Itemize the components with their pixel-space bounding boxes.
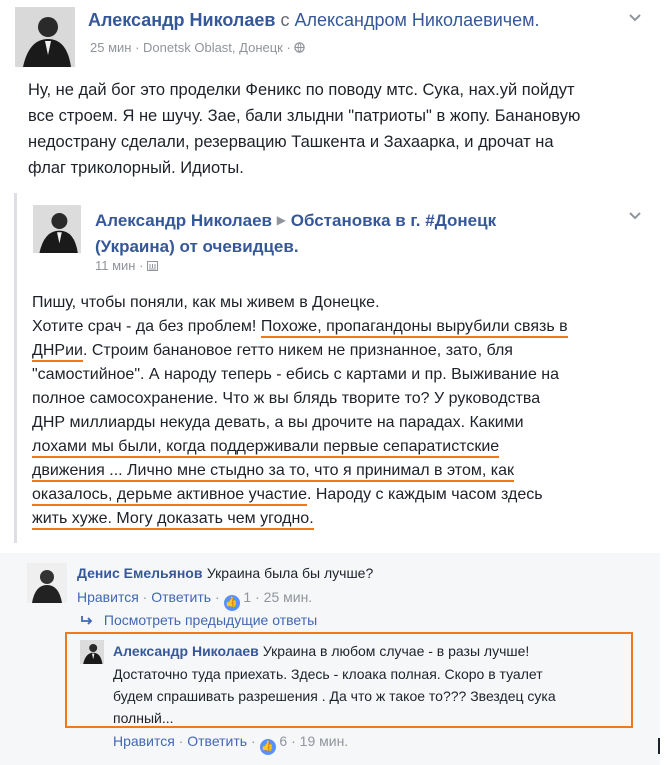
group-link[interactable]: Обстановка в г. #Донецк [291,211,496,230]
highlighted-text: Похоже, пропагандоны вырубили связь в [260,318,568,338]
highlighted-text: жить хуже. Могу доказать чем угодно. [32,510,314,530]
thumbs-up-icon: 👍 [223,595,240,611]
reply-arrow-icon [80,612,98,628]
globe-icon [294,40,306,55]
highlighted-text: лохами мы были, когда поддерживали первы… [32,438,500,458]
post-line: недострану сделали, резервацию Ташкента … [28,133,554,151]
highlighted-text: ДНРии [32,342,83,362]
comment: Денис Емельянов Украина была бы лучше? [77,565,373,583]
arrow-right-icon: ▶ [276,213,286,227]
post-line: флаг триколорный. Идиоты. [28,159,244,177]
post-header: Александр Николаев с Александром Николае… [88,10,540,31]
highlighted-text: Лично мне стыдно за то, что я принимал в… [127,462,514,482]
post-location-link[interactable]: Donetsk Oblast, Донецк [143,40,283,55]
post-body: Ну, не дай бог это проделки Феникс по по… [28,77,648,181]
post-meta: 25 мин · Donetsk Oblast, Донецк · [90,40,306,55]
reply-button[interactable]: Ответить [187,733,247,749]
reply-button[interactable]: Ответить [151,589,211,605]
like-button[interactable]: Нравится [77,589,139,605]
shared-post-meta: 11 мин · [95,258,159,273]
with-label: с [280,10,290,30]
reply-time[interactable]: 19 мин. [300,733,349,749]
comment-actions: Нравится · Ответить · 👍 1 · 25 мин. [77,589,312,611]
view-previous-label[interactable]: Посмотреть предыдущие ответы [104,612,317,628]
chevron-down-icon[interactable] [628,208,642,224]
like-count[interactable]: 6 [279,733,287,749]
thumbs-up-icon: 👍 [259,739,276,755]
comment-author-link[interactable]: Денис Емельянов [77,565,202,581]
avatar[interactable] [27,563,67,603]
avatar[interactable] [80,640,104,664]
like-button[interactable]: Нравится [113,733,175,749]
comment-time[interactable]: 25 мин. [264,589,313,605]
post-line: Ну, не дай бог это проделки Феникс по по… [28,81,575,99]
reply: Александр Николаев Украина в любом случа… [113,643,556,726]
avatar[interactable] [33,205,81,253]
shared-time-link[interactable]: 11 мин [95,258,136,273]
highlighted-text: оказалось, дерьме активное участие [32,486,307,506]
chevron-down-icon[interactable] [628,10,642,26]
comment-text: Украина была бы лучше? [206,565,374,581]
post-line: все строем. Я не шучу. Зае, бали злыдни … [28,107,581,125]
shared-post-header: Александр Николаев ▶ Обстановка в г. #До… [95,207,496,260]
reply-author-link[interactable]: Александр Николаев [113,643,259,659]
post-author-link[interactable]: Александр Николаев [88,10,275,30]
shared-author-link[interactable]: Александр Николаев [95,211,272,230]
group-icon [147,258,159,273]
group-link[interactable]: (Украина) от очевидцев. [95,237,299,256]
shared-post-body: Пишу, чтобы поняли, как мы живем в Донец… [32,291,652,531]
reply-actions: Нравится · Ответить · 👍 6 · 19 мин. [113,733,348,755]
post-time-link[interactable]: 25 мин [90,40,131,55]
view-previous-replies[interactable]: Посмотреть предыдущие ответы [80,612,317,628]
text-cursor [658,738,660,754]
like-count[interactable]: 1 [243,589,251,605]
tagged-person-link[interactable]: Александром Николаевичем. [294,10,539,30]
avatar[interactable] [15,7,75,67]
